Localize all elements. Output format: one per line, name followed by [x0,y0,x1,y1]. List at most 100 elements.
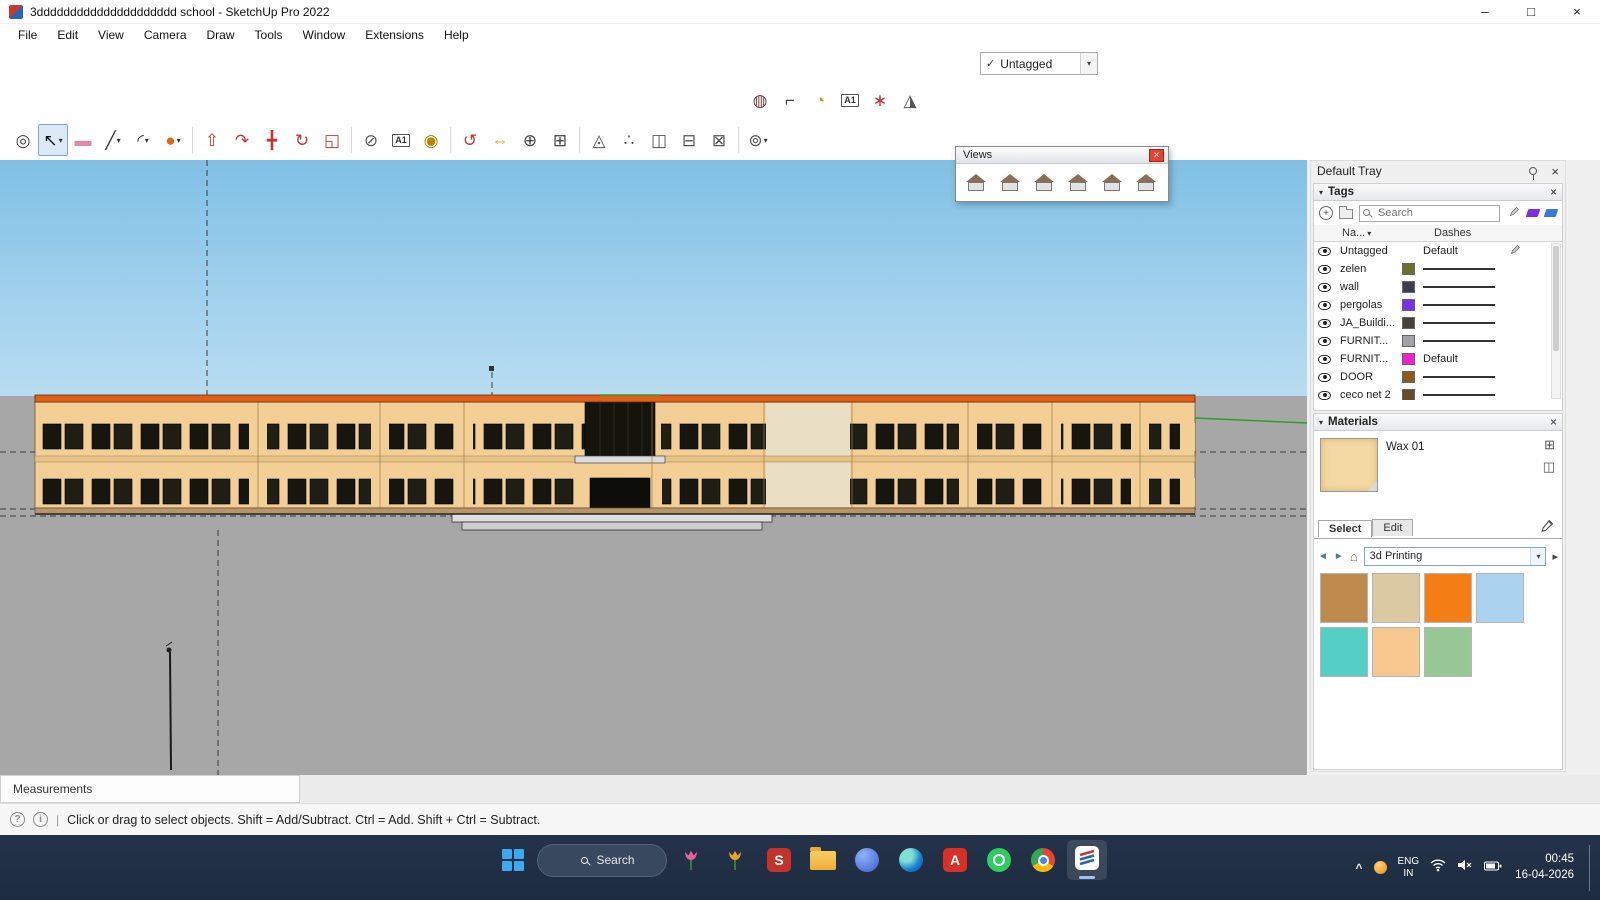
material-swatch-turquoise[interactable] [1320,627,1368,677]
info-icon[interactable]: i [33,812,48,827]
tag-dash-style[interactable] [1423,371,1507,383]
caret-down-icon[interactable]: ▾ [117,136,121,145]
home-icon[interactable]: ⌂ [1350,549,1358,564]
sketchup-pro-active-icon[interactable] [1067,840,1107,880]
material-swatch-green[interactable] [1424,627,1472,677]
materials-panel-header[interactable]: ▾ Materials × [1314,414,1562,431]
taskbar-search[interactable]: Search [537,844,667,877]
visibility-eye-icon[interactable] [1318,265,1331,274]
menu-item-camera[interactable]: Camera [134,26,197,44]
position-camera-tool[interactable]: ◬ [584,124,614,156]
tray-close-button[interactable]: × [1551,164,1559,179]
menu-item-help[interactable]: Help [434,26,479,44]
section-display-tool[interactable]: ⊠ [704,124,734,156]
details-flyout-icon[interactable]: ▸ [1552,550,1558,563]
create-material-icon[interactable]: ⊞ [1544,437,1555,453]
sketchup-2022-icon[interactable]: S [759,840,799,880]
paint-bucket-tool[interactable]: ◉ [416,124,446,156]
show-desktop-button[interactable] [1589,845,1592,891]
views-close-button[interactable]: × [1149,149,1164,162]
tab-edit[interactable]: Edit [1372,519,1413,536]
tag-dash-style[interactable] [1423,389,1507,400]
geolocation-icon[interactable]: ? [10,812,25,827]
section-fill-tool[interactable]: ⊟ [674,124,704,156]
protractor-tool[interactable]: ◔ [805,84,835,116]
menu-item-file[interactable]: File [8,26,47,44]
menu-item-edit[interactable]: Edit [47,26,88,44]
tag-color-swatch[interactable] [1402,263,1415,275]
visibility-eye-icon[interactable] [1318,319,1331,328]
material-swatch-brown[interactable] [1320,573,1368,623]
tag-dash-style[interactable]: Default [1423,353,1507,365]
materials-collection-dropdown[interactable]: 3d Printing ▾ [1364,547,1547,566]
followme-tool[interactable]: ↷ [227,124,257,156]
secondary-pane-icon[interactable]: ◫ [1543,459,1555,475]
tulip-pink-icon[interactable] [671,840,711,880]
blue-tag-icon[interactable] [1544,209,1559,217]
tag-row[interactable]: FURNIT...Default [1314,350,1562,368]
material-swatch-orange[interactable] [1424,573,1472,623]
start-button[interactable] [493,840,533,880]
pan-tool[interactable]: ⇔ [485,124,515,156]
zoom-tool[interactable]: ⊕ [515,124,545,156]
caret-down-icon[interactable]: ▾ [764,136,768,145]
tag-color-swatch[interactable] [1402,299,1415,311]
tape-measure-tool[interactable]: ⌐ [775,84,805,116]
tag-dash-style[interactable] [1423,281,1507,293]
collapse-triangle-icon[interactable]: ▾ [1319,188,1323,197]
tags-scrollbar[interactable] [1551,243,1561,399]
tag-dash-style[interactable] [1423,299,1507,311]
walk-tool[interactable]: ∴ [614,124,644,156]
clock[interactable]: 00:45 16-04-2026 [1515,852,1574,883]
menu-item-extensions[interactable]: Extensions [355,26,434,44]
file-explorer-icon[interactable] [803,840,843,880]
whatsapp-icon[interactable] [979,840,1019,880]
tag-color-swatch[interactable] [1402,389,1415,400]
language-indicator[interactable]: ENG IN [1398,856,1420,880]
materials-close-icon[interactable]: × [1550,415,1557,429]
tag-row[interactable]: zelen [1314,260,1562,278]
text-annotation-tool[interactable]: A1 [835,84,865,116]
tag-row[interactable]: JA_Buildi... [1314,314,1562,332]
circle-tool[interactable]: ●▾ [158,124,188,156]
tag-color-swatch[interactable] [1402,353,1415,365]
tag-color-swatch[interactable] [1402,335,1415,347]
add-tag-icon[interactable]: + [1319,206,1333,220]
visibility-eye-icon[interactable] [1318,301,1331,310]
tags-column-header[interactable]: Na...▾ Dashes [1314,225,1562,242]
wifi-icon[interactable] [1430,858,1446,877]
look-around-tool[interactable]: ⊚▾ [743,124,773,156]
model-viewport[interactable] [0,160,1307,775]
forward-arrow-icon[interactable]: ► [1334,551,1344,562]
tab-select[interactable]: Select [1318,520,1372,537]
arc-tool[interactable]: ◜▾ [128,124,158,156]
photos-app-icon[interactable] [847,840,887,880]
edge-browser-icon[interactable] [891,840,931,880]
pushpull-tool[interactable]: ⇧ [197,124,227,156]
offset-tool[interactable]: ◍ [745,84,775,116]
material-swatch-lightblue[interactable] [1476,573,1524,623]
section-plane-tool[interactable]: ◫ [644,124,674,156]
back-arrow-icon[interactable]: ◄ [1318,551,1328,562]
volume-muted-icon[interactable] [1457,858,1473,877]
move-tool[interactable]: ╋ [257,124,287,156]
minimize-button[interactable]: – [1462,0,1508,23]
hidden-icons-chevron[interactable]: ^ [1355,861,1362,875]
tag-dash-style[interactable] [1423,317,1507,329]
menu-item-window[interactable]: Window [293,26,356,44]
add-tag-folder-icon[interactable] [1339,209,1353,219]
tag-row[interactable]: pergolas [1314,296,1562,314]
acrobat-icon[interactable]: A [935,840,975,880]
visibility-eye-icon[interactable] [1318,373,1331,382]
menu-item-draw[interactable]: Draw [197,26,245,44]
right-view-button[interactable] [1062,169,1093,196]
maximize-button[interactable]: □ [1508,0,1554,23]
close-button[interactable]: × [1554,0,1600,23]
tag-row[interactable]: DOOR [1314,368,1562,386]
tags-close-icon[interactable]: × [1550,185,1557,199]
axes-tool[interactable]: ∗ [865,84,895,116]
tag-color-swatch[interactable] [1402,317,1415,329]
tag-dash-style[interactable]: Default [1423,245,1507,257]
visibility-eye-icon[interactable] [1318,247,1331,256]
views-palette-titlebar[interactable]: Views × [956,147,1168,164]
